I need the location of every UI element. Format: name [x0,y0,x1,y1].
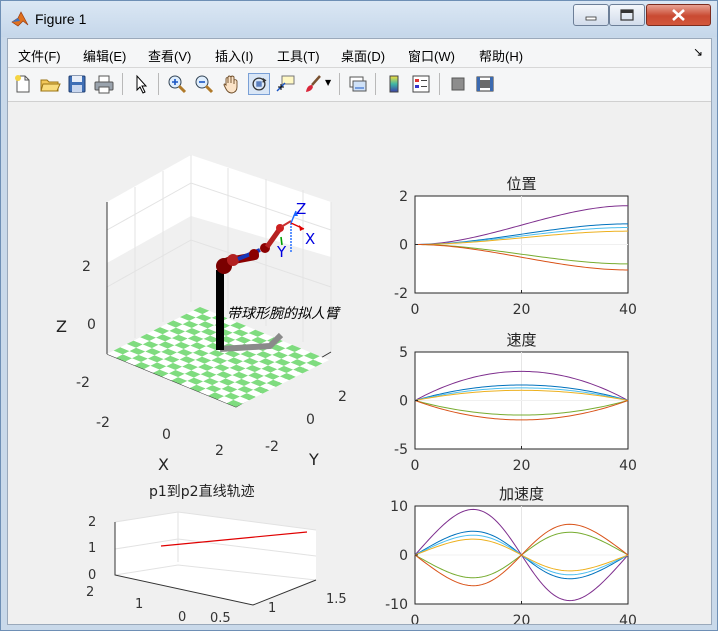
frame-label-z: Z [296,200,306,218]
x-tick-label: 40 [619,458,637,474]
x-tick-label: 20 [513,613,531,624]
x-tick-label: 0 [411,458,420,474]
x-tick-2: 2 [215,443,224,459]
toolbar-dock-icon[interactable]: ↘ [693,45,703,59]
y-tick-label: 10 [390,499,408,515]
frame-label-x: X [305,230,315,248]
chart-title: 速度 [506,331,536,349]
minimize-icon [585,16,597,21]
y-axis-label: Y [308,450,319,469]
brush-dropdown-arrow[interactable]: ▼ [325,78,331,87]
colorbar-icon[interactable] [383,73,405,95]
menu-file[interactable]: 文件(F) [18,46,61,65]
print-icon[interactable] [93,73,115,95]
frame-label-y: Y [276,243,287,261]
menu-desktop[interactable]: 桌面(D) [341,46,385,65]
minimize-button[interactable] [573,4,609,26]
y-tick-label: 0 [399,394,408,410]
close-button[interactable] [646,4,711,26]
close-icon [672,9,685,21]
x-tick-label: 40 [619,613,637,624]
y-tick-label: -5 [394,442,408,458]
x-tick-label: 0 [411,302,420,318]
open-file-icon[interactable] [39,73,61,95]
x-tick-0: 0 [162,427,171,443]
data-cursor-icon[interactable] [275,73,297,95]
select-pointer-icon[interactable] [130,73,152,95]
x-axis-label: X [158,455,169,474]
figure-client: 文件(F) 编辑(E) 查看(V) 插入(I) 工具(T) 桌面(D) 窗口(W… [7,38,712,629]
x-tick-label: 40 [619,302,637,318]
figure-svg: Z X Y 带球形腕的拟人臂 2 0 -2 -2 0 2 2 0 -2 Z X … [56,155,637,629]
chart-title: 加速度 [499,485,544,503]
traj-x-tick-1-5: 1.5 [326,592,347,607]
figure-canvas[interactable]: Z X Y 带球形腕的拟人臂 2 0 -2 -2 0 2 2 0 -2 Z X … [8,102,711,629]
traj-y-tick-2: 2 [86,585,94,600]
y-tick-label: 5 [399,345,408,361]
y-tick-2: 2 [338,389,347,405]
chart-0[interactable]: 位置0 20 4020-2 [394,175,637,318]
zoom-in-icon[interactable] [166,73,188,95]
menu-help[interactable]: 帮助(H) [479,46,523,65]
toolbar-separator [339,73,340,95]
traj-y-tick-1: 1 [135,597,143,612]
trajectory-title: p1到p2直线轨迹 [149,483,255,500]
z-axis-label: Z [56,317,67,336]
matlab-icon [11,11,29,27]
traj-y-tick-0: 0 [178,610,186,624]
joint-charts: 位置0 20 4020-2速度0 20 4050-5加速度0 20 40100-10 [385,175,637,629]
chart-1[interactable]: 速度0 20 4050-5 [394,331,637,474]
y-tick-label: 2 [399,189,408,205]
rotate-3d-icon[interactable] [248,73,270,95]
menu-insert[interactable]: 插入(I) [215,46,253,65]
figure-window: Figure 1 文件(F) 编辑(E) 查看(V) 插入(I) 工具(T) 桌… [0,0,718,631]
chart-title: 位置 [506,175,536,193]
window-title: Figure 1 [35,11,87,27]
new-figure-icon[interactable] [12,73,34,95]
menu-window[interactable]: 窗口(W) [408,46,455,65]
legend-icon[interactable] [410,73,432,95]
figure-toolbar: ▼ [8,68,711,102]
robot-title: 带球形腕的拟人臂 [227,306,341,322]
y-tick-neg2: -2 [265,439,279,455]
brush-icon[interactable] [302,73,324,95]
traj-z-tick-2: 2 [88,515,96,530]
x-tick-label: 0 [411,613,420,624]
traj-z-tick-0: 0 [88,568,96,583]
z-tick-2: 2 [82,259,91,275]
chart-2[interactable]: 加速度0 20 40100-10 [385,485,637,629]
robot-axes[interactable]: Z X Y 带球形腕的拟人臂 2 0 -2 -2 0 2 2 0 -2 Z X … [56,155,347,474]
y-tick-label: -10 [385,597,408,613]
traj-x-tick-0-5: 0.5 [210,611,231,624]
toolbar-separator [158,73,159,95]
title-bar[interactable]: Figure 1 [1,1,717,37]
toolbar-separator [439,73,440,95]
y-tick-label: 0 [399,238,408,254]
z-tick-0: 0 [87,317,96,333]
x-tick-label: 20 [513,302,531,318]
z-tick-neg2: -2 [76,375,90,391]
maximize-icon [620,9,634,21]
trajectory-axes[interactable]: p1到p2直线轨迹 2 1 0 2 1 0 0.5 1 1.5 [86,483,347,626]
hide-plot-tools-icon[interactable] [447,73,469,95]
save-icon[interactable] [66,73,88,95]
pan-hand-icon[interactable] [220,73,242,95]
toolbar-separator [375,73,376,95]
zoom-out-icon[interactable] [193,73,215,95]
y-tick-0: 0 [306,412,315,428]
link-plot-icon[interactable] [347,73,369,95]
traj-x-tick-1: 1 [268,601,276,616]
menu-edit[interactable]: 编辑(E) [83,46,126,65]
menu-view[interactable]: 查看(V) [148,46,191,65]
y-tick-label: 0 [399,548,408,564]
y-tick-label: -2 [394,286,408,302]
show-plot-tools-icon[interactable] [474,73,496,95]
x-tick-neg2: -2 [96,415,110,431]
x-tick-label: 20 [513,458,531,474]
maximize-button[interactable] [609,4,645,26]
menu-tools[interactable]: 工具(T) [277,46,320,65]
menu-bar: 文件(F) 编辑(E) 查看(V) 插入(I) 工具(T) 桌面(D) 窗口(W… [8,39,711,68]
toolbar-separator [122,73,123,95]
traj-z-tick-1: 1 [88,541,96,556]
